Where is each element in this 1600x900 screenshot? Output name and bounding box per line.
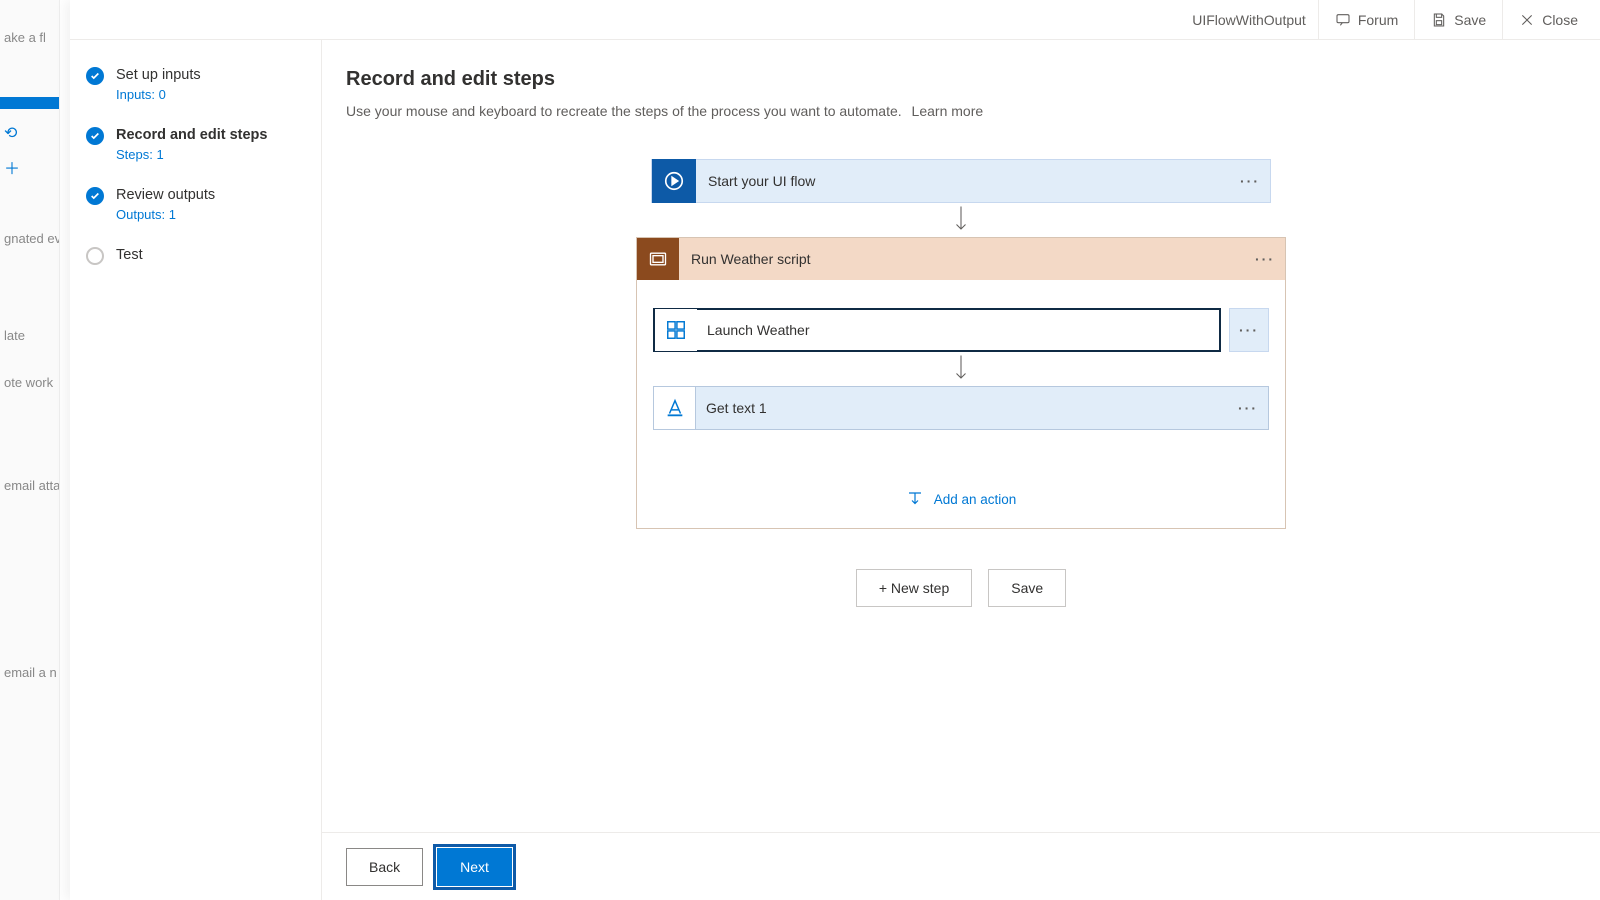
nav-step-label: Test <box>116 246 143 265</box>
window-icon <box>655 309 697 351</box>
substep-label: Get text 1 <box>696 400 1228 416</box>
nav-step-setup-inputs[interactable]: Set up inputs Inputs: 0 <box>82 56 309 116</box>
learn-more-link[interactable]: Learn more <box>912 103 984 119</box>
save-icon <box>1431 12 1447 28</box>
close-icon <box>1519 12 1535 28</box>
bg-text: gnated even <box>0 225 59 252</box>
check-icon <box>86 67 104 85</box>
substep-get-text[interactable]: Get text 1 ··· <box>653 386 1269 430</box>
substep-menu-button[interactable]: ··· <box>1228 400 1268 416</box>
nav-step-label: Set up inputs <box>116 66 201 85</box>
add-action-button[interactable]: Add an action <box>906 490 1017 508</box>
forum-button[interactable]: Forum <box>1318 0 1414 40</box>
bg-text: email attac <box>0 472 59 499</box>
chat-icon <box>1335 12 1351 28</box>
script-header[interactable]: Run Weather script ··· <box>637 238 1285 280</box>
circle-icon <box>86 247 104 265</box>
flow-name: UIFlowWithOutput <box>1192 12 1318 28</box>
nav-step-label: Record and edit steps <box>116 126 267 145</box>
background-panel: ake a fl ⟲ ＋ gnated even late ote work e… <box>0 0 60 900</box>
wizard-footer: Back Next <box>322 832 1600 900</box>
add-action-icon <box>906 490 924 508</box>
flow-column: Start your UI flow ··· Run Weathe <box>651 159 1271 607</box>
check-icon <box>86 127 104 145</box>
page-title: Record and edit steps <box>346 68 1576 91</box>
substep-launch-weather[interactable]: Launch Weather <box>653 308 1221 352</box>
flow-designer-modal: UIFlowWithOutput Forum Save Close Set up… <box>70 0 1600 900</box>
bg-title: ake a fl <box>0 24 59 51</box>
card-menu-button[interactable]: ··· <box>1230 173 1270 189</box>
nav-step-record-edit[interactable]: Record and edit steps Steps: 1 <box>82 116 309 176</box>
progress-nav: Set up inputs Inputs: 0 Record and edit … <box>70 40 322 900</box>
page-description: Use your mouse and keyboard to recreate … <box>346 103 1576 119</box>
play-icon <box>652 159 696 203</box>
start-flow-card[interactable]: Start your UI flow ··· <box>651 159 1271 203</box>
save-button[interactable]: Save <box>1414 0 1502 40</box>
nav-step-sub: Outputs: 1 <box>116 207 215 222</box>
bg-text: ote work <box>0 369 59 396</box>
nav-step-sub: Inputs: 0 <box>116 87 201 102</box>
close-button[interactable]: Close <box>1502 0 1594 40</box>
script-block: Run Weather script ··· Launch Weathe <box>636 237 1286 529</box>
back-button[interactable]: Back <box>346 848 423 886</box>
nav-step-label: Review outputs <box>116 186 215 205</box>
bg-text: late <box>0 322 59 349</box>
nav-step-test[interactable]: Test <box>82 236 309 279</box>
arrow-icon <box>949 352 973 386</box>
script-menu-button[interactable]: ··· <box>1245 251 1285 267</box>
new-step-button[interactable]: + New step <box>856 569 972 607</box>
nav-step-review-outputs[interactable]: Review outputs Outputs: 1 <box>82 176 309 236</box>
nav-step-sub: Steps: 1 <box>116 147 267 162</box>
substep-label: Launch Weather <box>697 322 1219 338</box>
save-flow-button[interactable]: Save <box>988 569 1066 607</box>
top-bar: UIFlowWithOutput Forum Save Close <box>70 0 1600 40</box>
text-icon <box>654 387 696 429</box>
arrow-icon <box>949 203 973 237</box>
main-canvas: Record and edit steps Use your mouse and… <box>322 40 1600 900</box>
check-icon <box>86 187 104 205</box>
script-icon <box>637 238 679 280</box>
substep-menu-button[interactable]: ··· <box>1229 308 1269 352</box>
card-label: Start your UI flow <box>696 173 1230 189</box>
next-button[interactable]: Next <box>437 848 512 886</box>
script-header-label: Run Weather script <box>679 251 1245 267</box>
bg-text: email a n <box>0 659 59 686</box>
mid-button-row: + New step Save <box>651 569 1271 607</box>
